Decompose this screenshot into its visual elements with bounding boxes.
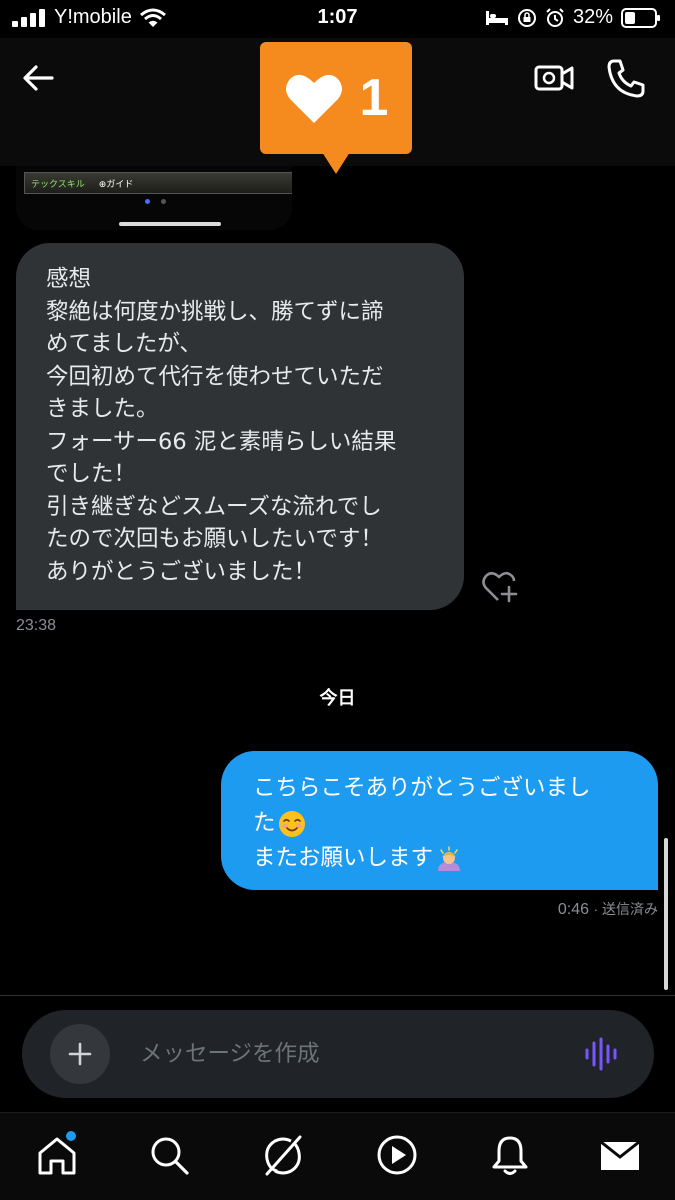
status-right: 32%	[485, 6, 661, 29]
message-line: 黎絶は何度か挑戦し、勝てずに諦	[46, 298, 384, 325]
alarm-icon	[546, 7, 564, 27]
message-text: こちらこそありがとうございまし	[253, 775, 591, 801]
sent-status: · 送信済み	[593, 901, 658, 917]
status-bar: Y!mobile 1:07 32%	[0, 0, 675, 38]
voice-wave-icon[interactable]	[582, 1034, 622, 1074]
message-composer	[22, 1010, 654, 1098]
page-dot-active	[145, 199, 150, 204]
message-line: きました。	[46, 396, 159, 422]
message-line: ありがとうございました！	[46, 558, 317, 585]
message-line: フォーサー66 泥と素晴らしい結果	[46, 428, 397, 455]
image-preview-tab2: ⊕ガイド	[98, 179, 134, 190]
grok-icon[interactable]	[261, 1133, 305, 1177]
message-line: でした！	[46, 461, 137, 487]
composer-divider	[0, 995, 675, 996]
smiling-face-icon	[278, 810, 305, 837]
add-reaction-icon[interactable]	[481, 569, 521, 605]
message-line: たので次回もお願いしたいです！	[46, 526, 383, 552]
scrollbar[interactable]	[664, 838, 668, 990]
bed-icon	[485, 10, 508, 25]
received-time: 23:38	[16, 617, 57, 634]
search-icon[interactable]	[147, 1133, 191, 1177]
image-preview-tab1: テックスキル	[31, 179, 85, 190]
message-line: 今回初めて代行を使わせていただ	[46, 363, 384, 390]
like-count: 1	[359, 69, 389, 127]
bowing-person-icon	[438, 845, 461, 871]
message-line: またお願いします	[253, 841, 658, 876]
sent-time: 0:46 · 送信済み	[558, 899, 658, 919]
bottom-navigation	[0, 1112, 675, 1200]
sent-message-bubble[interactable]: こちらこそありがとうございまし た またお願いします	[221, 751, 658, 890]
image-attachment[interactable]: テックスキル ⊕ガイド	[16, 166, 292, 230]
video-play-icon[interactable]	[375, 1133, 419, 1177]
arrow-left-icon[interactable]	[18, 58, 58, 98]
message-line: 感想	[46, 266, 92, 292]
battery-icon	[621, 7, 660, 28]
notification-dot	[66, 1131, 76, 1141]
orientation-lock-icon	[517, 8, 536, 27]
add-attachment-button[interactable]	[50, 1024, 110, 1084]
message-input[interactable]	[140, 1036, 560, 1072]
page-dot	[161, 199, 166, 204]
phone-icon[interactable]	[604, 56, 648, 100]
message-text: た	[253, 810, 276, 836]
heart-icon	[285, 74, 342, 123]
home-indicator	[119, 222, 221, 226]
message-line: た	[253, 806, 658, 841]
sent-time-value: 0:46	[557, 901, 589, 918]
image-preview-bar: テックスキル ⊕ガイド	[24, 172, 292, 194]
bell-icon[interactable]	[488, 1133, 532, 1177]
date-separator: 今日	[319, 688, 356, 709]
received-message-bubble[interactable]: 感想 黎絶は何度か挑戦し、勝てずに諦 めてましたが、 今回初めて代行を使わせてい…	[16, 243, 464, 610]
battery-percent: 32%	[572, 6, 613, 28]
video-call-icon[interactable]	[532, 56, 576, 100]
message-line: 引き継ぎなどスムーズな流れでし	[46, 493, 382, 520]
plus-icon	[68, 1042, 92, 1066]
like-notification-toast: 1	[260, 42, 412, 174]
message-line: めてましたが、	[46, 331, 202, 357]
message-line: こちらこそありがとうございまし	[253, 771, 658, 806]
message-text: またお願いします	[253, 845, 434, 871]
mail-icon[interactable]	[598, 1133, 642, 1177]
